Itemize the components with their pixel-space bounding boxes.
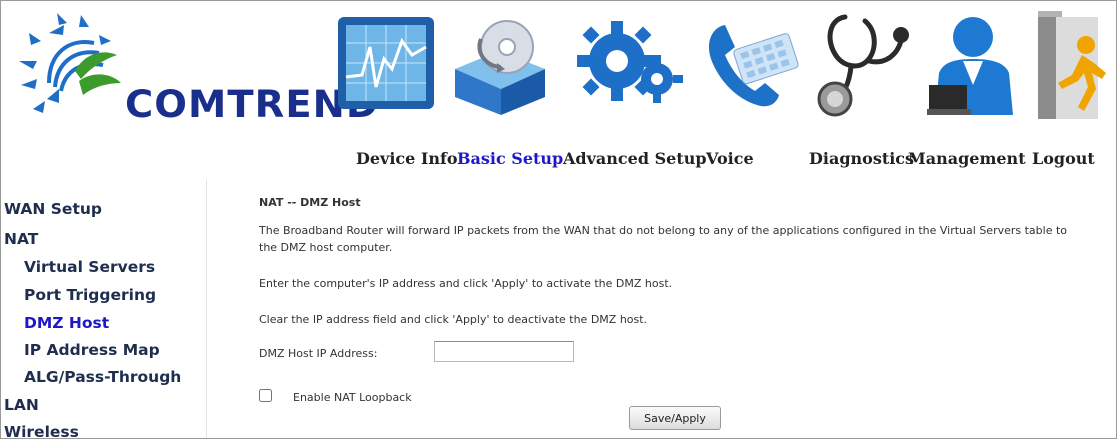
device-info-icon[interactable] — [332, 7, 442, 117]
sidebar-item-dmz-host[interactable]: DMZ Host — [24, 314, 109, 332]
nav-management[interactable]: Management — [908, 149, 1026, 168]
header: COMTREND Device Info Basic Setup Advance… — [1, 1, 1116, 174]
sidebar-item-port-triggering[interactable]: Port Triggering — [24, 286, 156, 304]
nat-loopback-label: Enable NAT Loopback — [293, 391, 412, 404]
description-line-1: The Broadband Router will forward IP pac… — [259, 224, 1068, 237]
management-icon[interactable] — [919, 15, 1019, 119]
save-apply-button[interactable]: Save/Apply — [629, 406, 721, 430]
nav-advanced-setup[interactable]: Advanced Setup — [563, 149, 707, 168]
dmz-ip-label: DMZ Host IP Address: — [259, 347, 378, 360]
instruction-apply: Enter the computer's IP address and clic… — [259, 277, 673, 290]
advanced-setup-icon[interactable] — [573, 11, 683, 116]
sidebar-item-wireless[interactable]: Wireless — [4, 423, 79, 441]
page-title: NAT -- DMZ Host — [259, 196, 361, 209]
sidebar-item-wan-setup[interactable]: WAN Setup — [4, 200, 102, 218]
nav-device-info[interactable]: Device Info — [356, 149, 458, 168]
sidebar-item-ip-address-map[interactable]: IP Address Map — [24, 341, 160, 359]
sidebar-item-lan[interactable]: LAN — [4, 396, 39, 414]
nav-logout[interactable]: Logout — [1032, 149, 1095, 168]
voice-icon[interactable] — [695, 19, 800, 119]
nat-loopback-checkbox[interactable] — [259, 389, 272, 402]
instruction-clear: Clear the IP address field and click 'Ap… — [259, 313, 648, 326]
nav-voice[interactable]: Voice — [706, 149, 754, 168]
sidebar-item-nat[interactable]: NAT — [4, 230, 38, 248]
nav-basic-setup[interactable]: Basic Setup — [457, 149, 563, 168]
dmz-ip-input[interactable] — [434, 341, 574, 362]
logout-icon[interactable] — [1038, 3, 1108, 121]
description-line-2: the DMZ host computer. — [259, 241, 393, 254]
basic-setup-icon[interactable] — [447, 17, 552, 117]
comtrend-logo-icon — [19, 13, 121, 113]
nav-diagnostics[interactable]: Diagnostics — [809, 149, 914, 168]
sidebar-item-virtual-servers[interactable]: Virtual Servers — [24, 258, 155, 276]
diagnostics-icon[interactable] — [815, 11, 910, 119]
sidebar-item-alg-pass-through[interactable]: ALG/Pass-Through — [24, 368, 181, 386]
